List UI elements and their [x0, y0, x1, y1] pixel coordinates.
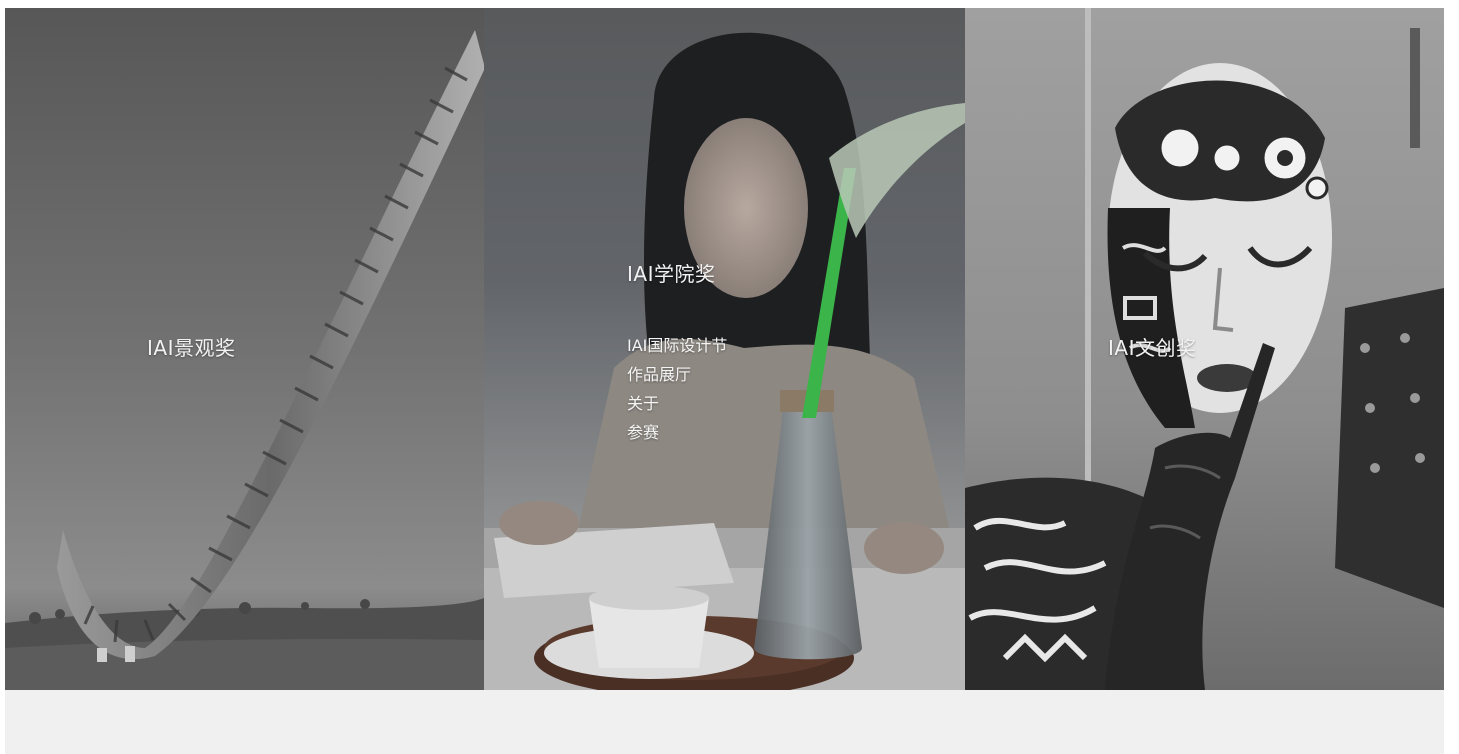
- landscape-sculpture-image: [5, 8, 484, 690]
- creative-award-title[interactable]: IAI文创奖: [1108, 332, 1196, 361]
- panel-creative-award[interactable]: IAI文创奖: [965, 8, 1444, 690]
- footer-band: [5, 690, 1444, 754]
- academy-award-title[interactable]: IAI学院奖: [627, 258, 715, 287]
- academy-submenu: IAI国际设计节 作品展厅 关于 参赛: [627, 331, 727, 447]
- submenu-item-design-festival[interactable]: IAI国际设计节: [627, 331, 727, 360]
- painted-mask-image: [965, 8, 1444, 690]
- page-viewport: IAI景观奖 IAI学院奖 IAI国际设计节 作品展厅 关于 参赛 IAI文创奖: [0, 0, 1459, 754]
- award-panels: IAI景观奖 IAI学院奖 IAI国际设计节 作品展厅 关于 参赛 IAI文创奖: [5, 8, 1444, 690]
- submenu-item-about[interactable]: 关于: [627, 389, 727, 418]
- submenu-item-enter-competition[interactable]: 参赛: [627, 418, 727, 447]
- landscape-award-title[interactable]: IAI景观奖: [147, 332, 235, 361]
- submenu-item-gallery[interactable]: 作品展厅: [627, 360, 727, 389]
- panel-landscape-award[interactable]: IAI景观奖: [5, 8, 484, 690]
- panel-academy-award[interactable]: IAI学院奖 IAI国际设计节 作品展厅 关于 参赛: [484, 8, 965, 690]
